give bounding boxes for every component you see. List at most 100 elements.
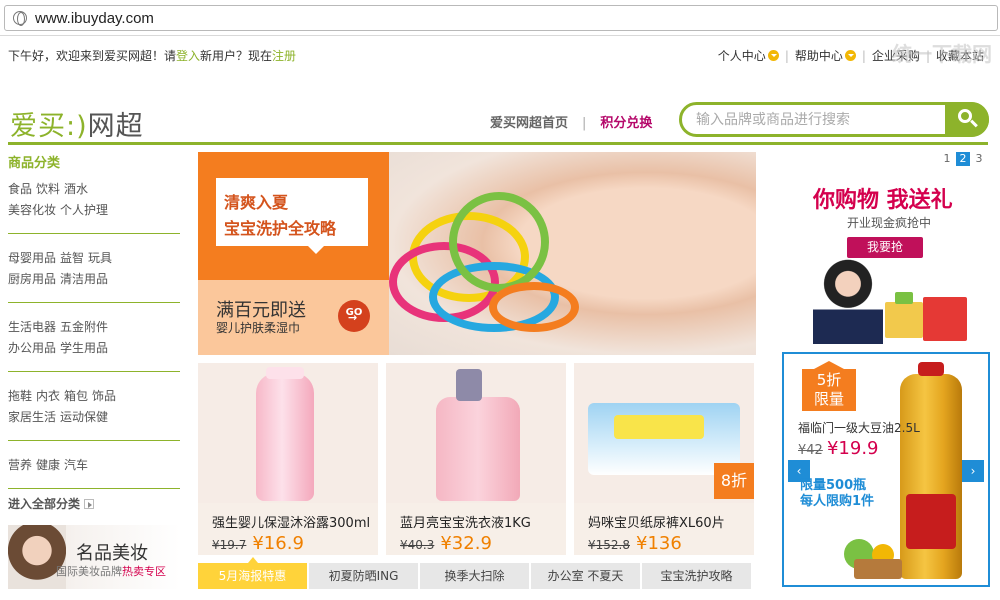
pack-label — [614, 415, 704, 439]
pager-3[interactable]: 3 — [972, 152, 986, 166]
banner-headline-2: 宝宝洗护全攻略 — [224, 219, 337, 238]
category-link[interactable]: 拖鞋 — [8, 389, 32, 403]
category-link[interactable]: 玩具 — [88, 251, 112, 265]
old-price: ¥19.7 — [212, 538, 247, 552]
category-link[interactable]: 学生用品 — [60, 341, 108, 355]
pager-1[interactable]: 1 — [940, 152, 954, 166]
category-link[interactable]: 运动保健 — [60, 410, 108, 424]
search-button[interactable] — [945, 102, 989, 137]
category-link[interactable]: 益智 — [60, 251, 84, 265]
product-name: 蓝月亮宝宝洗衣液1KG — [400, 516, 531, 531]
logo-main: 爱买 — [10, 111, 66, 142]
flash-deal[interactable]: 5折 限量 福临门一级大豆油2.5L ¥42 ¥19.9 ‹ › 限量500瓶 每人… — [782, 352, 990, 587]
category-link[interactable]: 美容化妆 — [8, 203, 56, 217]
site-logo[interactable]: 爱买:)网超 — [10, 104, 144, 143]
category-link[interactable]: 母婴用品 — [8, 251, 56, 265]
category-line: 拖鞋 内衣 箱包 饰品 — [8, 386, 180, 407]
hero-banner[interactable]: 清爽入夏 宝宝洗护全攻略 满百元即送 婴儿护肤柔湿巾 GO — [198, 152, 756, 355]
next-arrow-icon[interactable]: › — [962, 460, 984, 482]
baby-photo — [389, 152, 756, 355]
gift-promo[interactable]: 你购物 我送礼 开业现金疯抢中 我要抢 — [785, 172, 990, 347]
nav-points-link[interactable]: 积分兑换 — [600, 116, 652, 131]
tab-sunscreen[interactable]: 初夏防晒ING — [309, 563, 419, 589]
category-link[interactable]: 内衣 — [36, 389, 60, 403]
url-text[interactable]: www.ibuyday.com — [35, 10, 154, 27]
basket-image — [854, 559, 902, 579]
category-line: 家居生活 运动保健 — [8, 407, 180, 428]
login-link[interactable]: 登入 — [176, 49, 200, 63]
search-input[interactable] — [696, 110, 936, 130]
personal-center-label: 个人中心 — [717, 49, 766, 63]
chevron-down-icon — [844, 50, 856, 61]
header-nav: 爱买网超首页 | 积分兑换 — [490, 112, 652, 131]
toy-ring — [489, 282, 579, 332]
go-button[interactable]: GO — [338, 300, 370, 332]
personal-center-link[interactable]: 个人中心 — [712, 47, 785, 64]
beauty-subtitle-hot: 热卖专区 — [122, 565, 166, 578]
category-link[interactable]: 饮料 — [36, 182, 60, 196]
category-link[interactable]: 饰品 — [92, 389, 116, 403]
product-price: ¥40.3 ¥32.9 — [400, 533, 492, 554]
greeting-mid: 新用户？现在 — [200, 49, 273, 63]
category-link[interactable]: 家居生活 — [8, 410, 56, 424]
deal-limit-2: 每人限购1件 — [800, 494, 875, 509]
deal-new-price: ¥19.9 — [826, 438, 879, 459]
tab-may-poster[interactable]: 5月海报特惠 — [198, 557, 308, 589]
header-divider — [8, 142, 988, 145]
category-link[interactable]: 厨房用品 — [8, 272, 56, 286]
beauty-title: 名品美妆 — [76, 543, 148, 564]
category-link[interactable]: 食品 — [8, 182, 32, 196]
product-image — [198, 363, 378, 503]
gift-box — [895, 292, 913, 304]
old-price: ¥152.8 — [588, 538, 630, 552]
product-card[interactable]: 蓝月亮宝宝洗衣液1KG ¥40.3 ¥32.9 — [386, 363, 566, 555]
category-link[interactable]: 办公用品 — [8, 341, 56, 355]
all-categories-link[interactable]: 进入全部分类 — [8, 495, 95, 512]
category-link[interactable]: 汽车 — [64, 458, 88, 472]
banner-text-panel: 清爽入夏 宝宝洗护全攻略 满百元即送 婴儿护肤柔湿巾 GO — [198, 152, 389, 355]
category-link[interactable]: 清洁用品 — [60, 272, 108, 286]
product-caption: 强生婴儿保湿沐浴露300ml ¥19.7 ¥16.9 — [198, 503, 378, 555]
tab-baby-care[interactable]: 宝宝洗护攻略 — [642, 563, 752, 589]
search-box — [679, 102, 989, 137]
logo-sub: 网超 — [87, 111, 144, 142]
detergent-bottle — [436, 397, 520, 501]
category-line: 母婴用品 益智 玩具 — [8, 248, 180, 269]
banner-promo-2: 婴儿护肤柔湿巾 — [216, 321, 301, 335]
product-card[interactable]: 8折 妈咪宝贝纸尿裤XL60片 ¥152.8 ¥136 — [574, 363, 754, 555]
banner-pager: 123 — [940, 152, 988, 166]
category-link[interactable]: 酒水 — [64, 182, 88, 196]
url-field[interactable]: www.ibuyday.com — [4, 5, 998, 31]
arrow-right-icon — [84, 499, 95, 509]
bottle-cap — [456, 369, 482, 401]
category-line: 食品 饮料 酒水 — [8, 179, 180, 200]
product-card[interactable]: 强生婴儿保湿沐浴露300ml ¥19.7 ¥16.9 — [198, 363, 378, 555]
beauty-banner[interactable]: 名品美妆 国际美妆品牌热卖专区 — [8, 525, 180, 589]
divider: | — [582, 116, 587, 131]
product-price: ¥19.7 ¥16.9 — [212, 533, 304, 554]
beauty-subtitle-prefix: 国际美妆品牌 — [56, 565, 122, 578]
top-links-row: 下午好，欢迎来到爱买网超！请登入新用户？现在注册 个人中心 | 帮助中心 | 企业采购 |… — [0, 44, 1000, 66]
help-center-link[interactable]: 帮助中心 — [789, 47, 862, 64]
product-image — [386, 363, 566, 503]
category-group: 生活电器 五金附件 办公用品 学生用品 — [8, 317, 180, 372]
grab-button[interactable]: 我要抢 — [847, 237, 923, 258]
oil-bottle-image — [900, 362, 962, 579]
tab-office[interactable]: 办公室 不夏天 — [531, 563, 641, 589]
product-price: ¥152.8 ¥136 — [588, 533, 682, 554]
beauty-subtitle: 国际美妆品牌热卖专区 — [56, 563, 166, 579]
all-categories-label: 进入全部分类 — [8, 497, 81, 511]
greeting: 下午好，欢迎来到爱买网超！请登入新用户？现在注册 — [8, 47, 296, 64]
gift-promo-headline: 你购物 我送礼 — [813, 188, 953, 213]
category-link[interactable]: 个人护理 — [60, 203, 108, 217]
tab-cleaning[interactable]: 换季大扫除 — [420, 563, 530, 589]
category-link[interactable]: 五金附件 — [60, 320, 108, 334]
pager-2[interactable]: 2 — [956, 152, 970, 166]
category-link[interactable]: 营养 — [8, 458, 32, 472]
gift-box — [885, 302, 923, 338]
category-link[interactable]: 生活电器 — [8, 320, 56, 334]
category-link[interactable]: 健康 — [36, 458, 60, 472]
nav-home-link[interactable]: 爱买网超首页 — [490, 116, 568, 131]
register-link[interactable]: 注册 — [272, 49, 296, 63]
category-link[interactable]: 箱包 — [64, 389, 88, 403]
